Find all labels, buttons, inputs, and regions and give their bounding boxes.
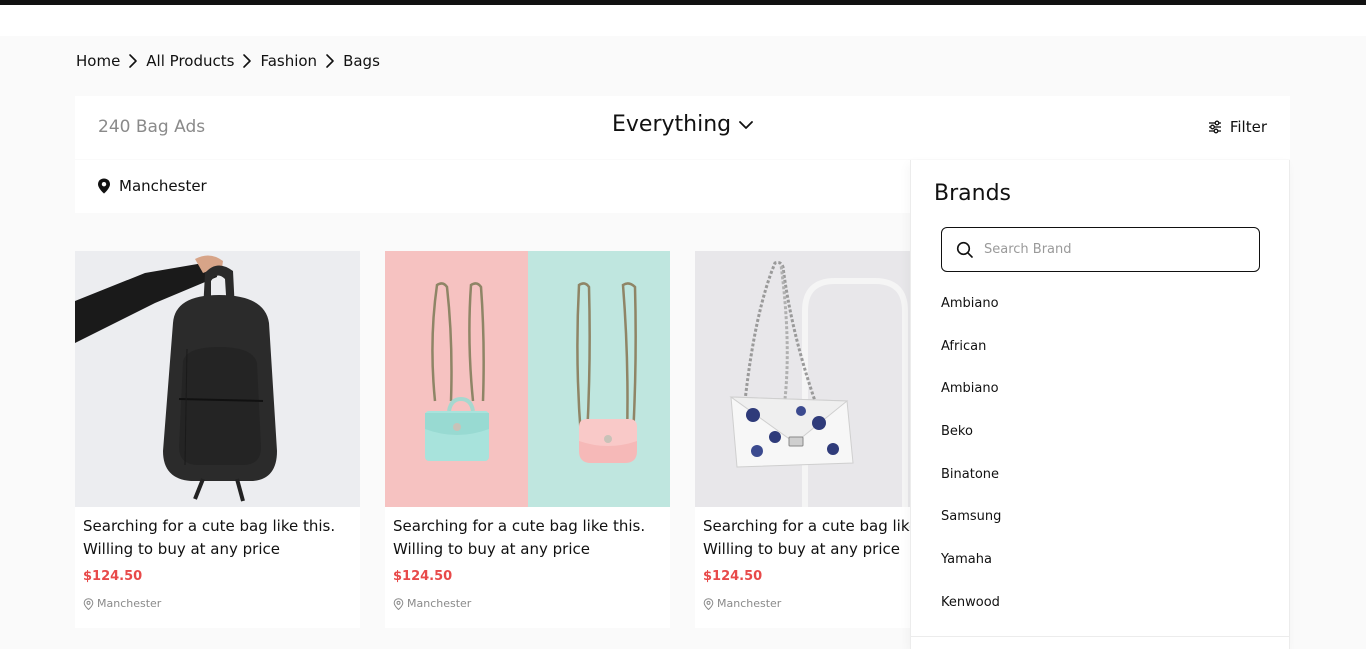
- filter-label: Filter: [1229, 118, 1267, 136]
- breadcrumb-fashion[interactable]: Fashion: [260, 52, 317, 70]
- brand-option[interactable]: African: [941, 339, 1001, 382]
- location-pin-icon: [98, 178, 110, 194]
- sort-dropdown[interactable]: Everything: [612, 112, 755, 137]
- panel-divider: [911, 636, 1289, 637]
- product-location-label: Manchester: [717, 597, 782, 610]
- header-band: [0, 5, 1366, 36]
- brands-title: Brands: [934, 181, 1011, 206]
- product-card[interactable]: Searching for a cute bag like this. Will…: [75, 251, 360, 628]
- brand-search-input[interactable]: [984, 242, 1244, 257]
- location-pin-icon: [393, 597, 404, 610]
- product-location-label: Manchester: [407, 597, 472, 610]
- product-price: $124.50: [703, 569, 763, 584]
- location-pin-icon: [703, 597, 714, 610]
- product-price: $124.50: [83, 569, 143, 584]
- location-label: Manchester: [119, 177, 207, 195]
- brand-list: Ambiano African Ambiano Beko Binatone Sa…: [941, 296, 1001, 638]
- product-image-backpack: [75, 251, 360, 507]
- results-toolbar: 240 Bag Ads Everything Filter: [75, 96, 1290, 159]
- brand-option[interactable]: Binatone: [941, 467, 1001, 510]
- chevron-right-icon: [243, 54, 252, 68]
- location-selector[interactable]: Manchester: [97, 177, 207, 195]
- product-price: $124.50: [393, 569, 453, 584]
- location-bar: Manchester: [75, 160, 915, 213]
- product-title[interactable]: Searching for a cute bag like this. Will…: [393, 515, 663, 561]
- chevron-right-icon: [326, 54, 334, 68]
- chevron-down-icon: [739, 120, 754, 129]
- brand-search-box[interactable]: [941, 227, 1260, 272]
- brand-option[interactable]: Beko: [941, 424, 1001, 467]
- product-location: Manchester: [703, 597, 781, 610]
- sort-label: Everything: [612, 112, 732, 137]
- sliders-icon: [1208, 120, 1221, 134]
- brand-option[interactable]: Kenwood: [941, 595, 1001, 638]
- brand-option[interactable]: Ambiano: [941, 296, 1001, 339]
- brand-option[interactable]: Samsung: [941, 509, 1001, 552]
- brand-option[interactable]: Yamaha: [941, 552, 1001, 595]
- location-pin-icon: [83, 597, 94, 610]
- product-location: Manchester: [393, 597, 471, 610]
- breadcrumb-all-products[interactable]: All Products: [146, 52, 234, 70]
- search-icon: [956, 241, 973, 258]
- product-location: Manchester: [83, 597, 161, 610]
- breadcrumb-home[interactable]: Home: [76, 52, 120, 70]
- product-image-mini-bags: [385, 251, 670, 507]
- product-card[interactable]: Searching for a cute bag like this. Will…: [385, 251, 670, 628]
- brands-filter-panel: Brands Ambiano African Ambiano Beko Bina…: [910, 160, 1290, 649]
- chevron-right-icon: [129, 54, 138, 68]
- breadcrumb-bags[interactable]: Bags: [343, 52, 380, 70]
- ad-count: 240 Bag Ads: [98, 117, 206, 137]
- product-title[interactable]: Searching for a cute bag like this. Will…: [83, 515, 353, 561]
- product-location-label: Manchester: [97, 597, 162, 610]
- breadcrumb: Home All Products Fashion Bags: [76, 52, 380, 70]
- brand-option[interactable]: Ambiano: [941, 381, 1001, 424]
- filter-button[interactable]: Filter: [1208, 118, 1267, 136]
